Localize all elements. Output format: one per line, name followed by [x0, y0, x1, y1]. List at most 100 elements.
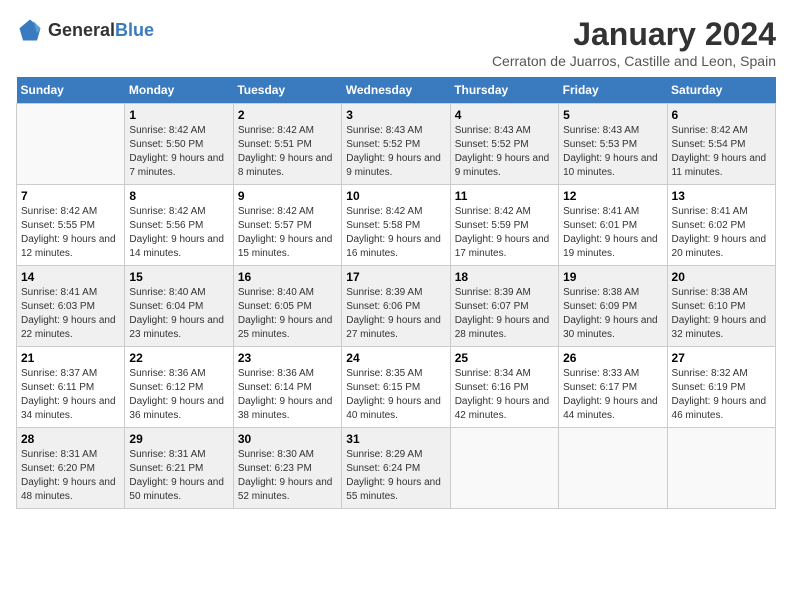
- day-number: 15: [129, 270, 228, 284]
- calendar-cell: [559, 428, 667, 509]
- cell-info: Sunrise: 8:29 AMSunset: 6:24 PMDaylight:…: [346, 448, 445, 504]
- day-number: 21: [21, 351, 120, 365]
- cell-info: Sunrise: 8:36 AMSunset: 6:12 PMDaylight:…: [129, 367, 228, 423]
- cell-info: Sunrise: 8:39 AMSunset: 6:07 PMDaylight:…: [455, 286, 554, 342]
- day-number: 30: [238, 432, 337, 446]
- title-area: January 2024 Cerraton de Juarros, Castil…: [492, 16, 776, 69]
- subtitle: Cerraton de Juarros, Castille and Leon, …: [492, 53, 776, 69]
- cell-info: Sunrise: 8:42 AMSunset: 5:50 PMDaylight:…: [129, 124, 228, 180]
- day-number: 22: [129, 351, 228, 365]
- calendar-cell: 29Sunrise: 8:31 AMSunset: 6:21 PMDayligh…: [125, 428, 233, 509]
- cell-info: Sunrise: 8:41 AMSunset: 6:03 PMDaylight:…: [21, 286, 120, 342]
- cell-info: Sunrise: 8:30 AMSunset: 6:23 PMDaylight:…: [238, 448, 337, 504]
- calendar-cell: 25 Sunrise: 8:34 AMSunset: 6:16 PMDayligh…: [450, 347, 558, 428]
- calendar-week-5: 28Sunrise: 8:31 AMSunset: 6:20 PMDayligh…: [17, 428, 776, 509]
- calendar-week-3: 14 Sunrise: 8:41 AMSunset: 6:03 PMDayligh…: [17, 266, 776, 347]
- weekday-header-friday: Friday: [559, 77, 667, 104]
- day-number: 29: [129, 432, 228, 446]
- day-number: 2: [238, 108, 337, 122]
- day-number: 14: [21, 270, 120, 284]
- day-number: 6: [672, 108, 771, 122]
- calendar-cell: 24 Sunrise: 8:35 AMSunset: 6:15 PMDayligh…: [342, 347, 450, 428]
- calendar-cell: 1 Sunrise: 8:42 AMSunset: 5:50 PMDaylight…: [125, 104, 233, 185]
- calendar-week-4: 21 Sunrise: 8:37 AMSunset: 6:11 PMDayligh…: [17, 347, 776, 428]
- calendar-cell: 7Sunrise: 8:42 AMSunset: 5:55 PMDaylight…: [17, 185, 125, 266]
- day-number: 18: [455, 270, 554, 284]
- cell-info: Sunrise: 8:32 AMSunset: 6:19 PMDaylight:…: [672, 367, 771, 423]
- cell-info: Sunrise: 8:42 AMSunset: 5:57 PMDaylight:…: [238, 205, 337, 261]
- day-number: 17: [346, 270, 445, 284]
- day-number: 24: [346, 351, 445, 365]
- calendar-cell: 18 Sunrise: 8:39 AMSunset: 6:07 PMDayligh…: [450, 266, 558, 347]
- cell-info: Sunrise: 8:43 AMSunset: 5:52 PMDaylight:…: [455, 124, 554, 180]
- calendar-cell: 27 Sunrise: 8:32 AMSunset: 6:19 PMDayligh…: [667, 347, 775, 428]
- calendar-cell: 8Sunrise: 8:42 AMSunset: 5:56 PMDaylight…: [125, 185, 233, 266]
- day-number: 31: [346, 432, 445, 446]
- calendar-cell: 12Sunrise: 8:41 AMSunset: 6:01 PMDayligh…: [559, 185, 667, 266]
- cell-info: Sunrise: 8:38 AMSunset: 6:09 PMDaylight:…: [563, 286, 662, 342]
- calendar-cell: 6Sunrise: 8:42 AMSunset: 5:54 PMDaylight…: [667, 104, 775, 185]
- calendar-cell: 28Sunrise: 8:31 AMSunset: 6:20 PMDayligh…: [17, 428, 125, 509]
- cell-info: Sunrise: 8:43 AMSunset: 5:52 PMDaylight:…: [346, 124, 445, 180]
- day-number: 19: [563, 270, 662, 284]
- header: GeneralBlue January 2024 Cerraton de Jua…: [16, 16, 776, 69]
- cell-info: Sunrise: 8:31 AMSunset: 6:20 PMDaylight:…: [21, 448, 120, 504]
- calendar-cell: 26Sunrise: 8:33 AMSunset: 6:17 PMDayligh…: [559, 347, 667, 428]
- calendar-cell: [667, 428, 775, 509]
- day-number: 10: [346, 189, 445, 203]
- day-number: 1: [129, 108, 228, 122]
- cell-info: Sunrise: 8:40 AMSunset: 6:05 PMDaylight:…: [238, 286, 337, 342]
- calendar-cell: 9 Sunrise: 8:42 AMSunset: 5:57 PMDaylight…: [233, 185, 341, 266]
- calendar-cell: 14 Sunrise: 8:41 AMSunset: 6:03 PMDayligh…: [17, 266, 125, 347]
- calendar-cell: 31 Sunrise: 8:29 AMSunset: 6:24 PMDayligh…: [342, 428, 450, 509]
- calendar-cell: 23 Sunrise: 8:36 AMSunset: 6:14 PMDayligh…: [233, 347, 341, 428]
- day-number: 20: [672, 270, 771, 284]
- cell-info: Sunrise: 8:36 AMSunset: 6:14 PMDaylight:…: [238, 367, 337, 423]
- day-number: 25: [455, 351, 554, 365]
- cell-info: Sunrise: 8:39 AMSunset: 6:06 PMDaylight:…: [346, 286, 445, 342]
- cell-info: Sunrise: 8:35 AMSunset: 6:15 PMDaylight:…: [346, 367, 445, 423]
- day-number: 3: [346, 108, 445, 122]
- calendar-cell: 4Sunrise: 8:43 AMSunset: 5:52 PMDaylight…: [450, 104, 558, 185]
- cell-info: Sunrise: 8:34 AMSunset: 6:16 PMDaylight:…: [455, 367, 554, 423]
- calendar-cell: 17 Sunrise: 8:39 AMSunset: 6:06 PMDayligh…: [342, 266, 450, 347]
- day-number: 16: [238, 270, 337, 284]
- calendar-cell: [450, 428, 558, 509]
- calendar-table: SundayMondayTuesdayWednesdayThursdayFrid…: [16, 77, 776, 509]
- cell-info: Sunrise: 8:42 AMSunset: 5:51 PMDaylight:…: [238, 124, 337, 180]
- calendar-cell: [17, 104, 125, 185]
- day-number: 9: [238, 189, 337, 203]
- logo: GeneralBlue: [16, 16, 154, 44]
- calendar-cell: 15Sunrise: 8:40 AMSunset: 6:04 PMDayligh…: [125, 266, 233, 347]
- calendar-cell: 13 Sunrise: 8:41 AMSunset: 6:02 PMDayligh…: [667, 185, 775, 266]
- main-title: January 2024: [492, 16, 776, 53]
- weekday-header-thursday: Thursday: [450, 77, 558, 104]
- calendar-cell: 2 Sunrise: 8:42 AMSunset: 5:51 PMDaylight…: [233, 104, 341, 185]
- logo-icon: [16, 16, 44, 44]
- weekday-header-sunday: Sunday: [17, 77, 125, 104]
- weekday-header-wednesday: Wednesday: [342, 77, 450, 104]
- day-number: 7: [21, 189, 120, 203]
- calendar-cell: 20Sunrise: 8:38 AMSunset: 6:10 PMDayligh…: [667, 266, 775, 347]
- calendar-cell: 5 Sunrise: 8:43 AMSunset: 5:53 PMDaylight…: [559, 104, 667, 185]
- day-number: 23: [238, 351, 337, 365]
- cell-info: Sunrise: 8:37 AMSunset: 6:11 PMDaylight:…: [21, 367, 120, 423]
- calendar-week-1: 1 Sunrise: 8:42 AMSunset: 5:50 PMDaylight…: [17, 104, 776, 185]
- cell-info: Sunrise: 8:43 AMSunset: 5:53 PMDaylight:…: [563, 124, 662, 180]
- calendar-week-2: 7Sunrise: 8:42 AMSunset: 5:55 PMDaylight…: [17, 185, 776, 266]
- logo-blue: Blue: [115, 20, 154, 40]
- logo-text: General: [48, 20, 115, 40]
- weekday-header-tuesday: Tuesday: [233, 77, 341, 104]
- day-number: 27: [672, 351, 771, 365]
- calendar-cell: 19 Sunrise: 8:38 AMSunset: 6:09 PMDayligh…: [559, 266, 667, 347]
- cell-info: Sunrise: 8:42 AMSunset: 5:58 PMDaylight:…: [346, 205, 445, 261]
- day-number: 11: [455, 189, 554, 203]
- weekday-header-saturday: Saturday: [667, 77, 775, 104]
- calendar-cell: 3 Sunrise: 8:43 AMSunset: 5:52 PMDaylight…: [342, 104, 450, 185]
- day-number: 13: [672, 189, 771, 203]
- day-number: 5: [563, 108, 662, 122]
- cell-info: Sunrise: 8:41 AMSunset: 6:02 PMDaylight:…: [672, 205, 771, 261]
- day-number: 26: [563, 351, 662, 365]
- calendar-cell: 10 Sunrise: 8:42 AMSunset: 5:58 PMDayligh…: [342, 185, 450, 266]
- calendar-cell: 21 Sunrise: 8:37 AMSunset: 6:11 PMDayligh…: [17, 347, 125, 428]
